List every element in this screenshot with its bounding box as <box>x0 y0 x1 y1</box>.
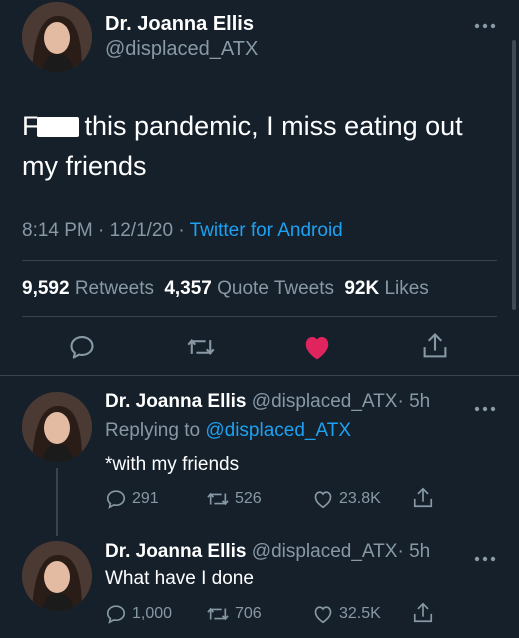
divider <box>22 260 497 261</box>
reply-count: 1,000 <box>132 605 173 622</box>
meta-separator: · <box>98 220 105 241</box>
quotes-label: Quote Tweets <box>217 278 335 299</box>
heart-icon[interactable] <box>302 333 332 361</box>
censor-box <box>36 117 79 137</box>
reply-icon <box>105 603 127 625</box>
thread-line <box>56 468 58 536</box>
reply-count: 291 <box>132 490 159 507</box>
more-icon[interactable] <box>474 549 496 567</box>
avatar-image <box>22 541 92 611</box>
retweet-icon[interactable] <box>186 333 216 361</box>
tweet-age[interactable]: · 5h <box>397 391 430 412</box>
tweet-text: Fthis pandemic, I miss eating out my fri… <box>22 106 512 186</box>
author-name[interactable]: Dr. Joanna Ellis <box>105 13 254 36</box>
quotes-stat[interactable]: 4,357 Quote Tweets <box>164 278 334 299</box>
reply-text: What have I done <box>105 568 254 589</box>
likes-count: 92K <box>344 278 380 299</box>
divider <box>0 375 519 376</box>
share-icon[interactable] <box>412 601 434 625</box>
avatar-image <box>22 392 92 462</box>
more-icon[interactable] <box>474 399 496 417</box>
replying-to-handle[interactable]: @displaced_ATX <box>205 420 351 441</box>
meta-separator: · <box>178 220 185 241</box>
author-handle[interactable]: @displaced_ATX <box>252 391 398 412</box>
retweets-stat[interactable]: 9,592 Retweets <box>22 278 154 299</box>
avatar[interactable] <box>22 2 92 72</box>
replying-to-label: Replying to <box>105 420 201 441</box>
retweet-icon <box>205 603 231 625</box>
reply-header: Dr. Joanna Ellis @displaced_ATX· 5h <box>105 391 430 413</box>
reply-action-retweet[interactable]: 526 <box>205 488 262 510</box>
replying-to: Replying to @displaced_ATX <box>105 420 351 442</box>
tweet-time: 8:14 PM <box>22 220 93 241</box>
reply-text: *with my friends <box>105 454 240 475</box>
tweet-stats: 9,592 Retweets 4,357 Quote Tweets 92K Li… <box>22 278 429 300</box>
retweets-count: 9,592 <box>22 278 70 299</box>
share-icon[interactable] <box>421 331 449 361</box>
like-count: 23.8K <box>339 490 381 507</box>
retweet-icon <box>205 488 231 510</box>
author-name[interactable]: Dr. Joanna Ellis <box>105 391 247 412</box>
divider <box>22 316 497 317</box>
retweets-label: Retweets <box>74 278 155 299</box>
avatar[interactable] <box>22 541 92 611</box>
retweet-count: 526 <box>235 490 262 507</box>
likes-label: Likes <box>384 278 429 299</box>
author-name[interactable]: Dr. Joanna Ellis <box>105 541 247 562</box>
reply-icon <box>105 488 127 510</box>
avatar-image <box>22 2 92 72</box>
likes-stat[interactable]: 92K Likes <box>344 278 429 299</box>
reply-action-reply[interactable]: 1,000 <box>105 603 172 625</box>
tweet-date[interactable]: 12/1/20 <box>110 220 173 241</box>
tweet-source[interactable]: Twitter for Android <box>190 220 343 241</box>
reply-icon[interactable] <box>68 333 96 361</box>
scrollbar[interactable] <box>512 40 516 310</box>
like-count: 32.5K <box>339 605 381 622</box>
avatar[interactable] <box>22 392 92 462</box>
tweet-age[interactable]: · 5h <box>397 541 430 562</box>
reply-action-reply[interactable]: 291 <box>105 488 159 510</box>
author-handle[interactable]: @displaced_ATX <box>105 38 258 61</box>
quotes-count: 4,357 <box>164 278 212 299</box>
tweet-meta: 8:14 PM · 12/1/20 · Twitter for Android <box>22 220 343 242</box>
tweet-text-line1: this pandemic, I miss eating out <box>84 111 463 141</box>
more-icon[interactable] <box>474 18 496 29</box>
share-icon[interactable] <box>412 486 434 510</box>
tweet-text-line2: my friends <box>22 151 147 181</box>
author-handle[interactable]: @displaced_ATX <box>252 541 398 562</box>
heart-outline-icon <box>312 488 334 510</box>
reply-action-like[interactable]: 32.5K <box>312 603 381 625</box>
retweet-count: 706 <box>235 605 262 622</box>
reply-action-retweet[interactable]: 706 <box>205 603 262 625</box>
reply-header: Dr. Joanna Ellis @displaced_ATX· 5h <box>105 541 430 563</box>
reply-action-like[interactable]: 23.8K <box>312 488 381 510</box>
heart-outline-icon <box>312 603 334 625</box>
